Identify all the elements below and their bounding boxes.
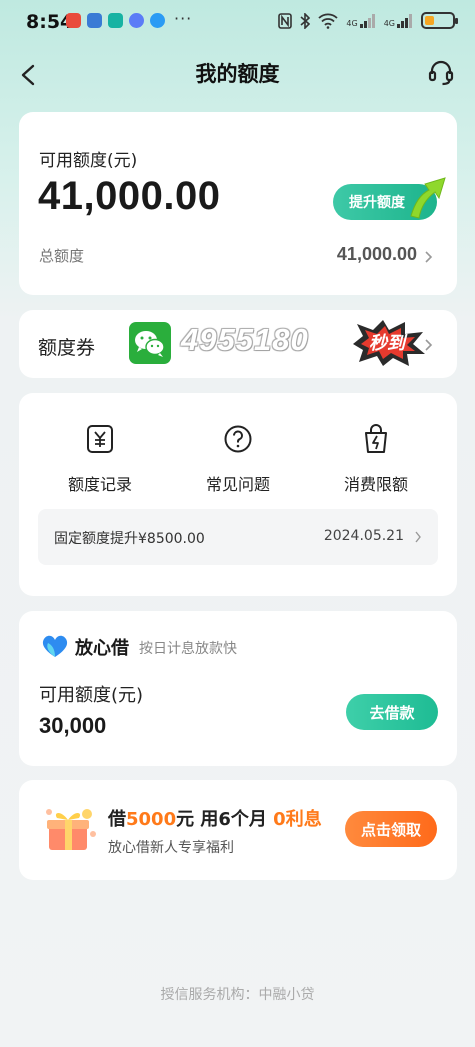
promo-part2: 元 用6个月: [176, 809, 274, 830]
lightning-bag-icon: [365, 424, 387, 453]
available-quota-label: 可用额度(元): [39, 151, 138, 171]
menu-item-label: 常见问题: [205, 475, 270, 494]
total-quota-value[interactable]: 41,000.00: [337, 244, 417, 265]
menu-item-label: 额度记录: [67, 475, 132, 494]
raise-quota-label: 提升额度: [349, 195, 405, 211]
battery-icon: [421, 12, 458, 29]
loan-card: 放心借 按日计息放款快 可用额度(元) 30,000 去借款: [19, 611, 457, 766]
coupon-label: 额度券: [38, 337, 96, 359]
promo-part1: 借: [108, 809, 126, 830]
network-type-label: 4G: [346, 18, 358, 28]
loan-brand-name: 放心借: [75, 638, 129, 659]
status-bar: 8:54 ··· 4G 4G: [0, 0, 475, 44]
battery-level: [425, 16, 434, 25]
menu-item-faq[interactable]: 常见问题: [178, 423, 298, 495]
claim-button[interactable]: 点击领取: [345, 811, 437, 847]
app-notification-icon: [66, 13, 81, 28]
menu-item-spending-limit[interactable]: 消费限额: [316, 423, 436, 495]
gift-box-icon: [46, 809, 96, 850]
fangxinjie-logo-icon: [42, 635, 68, 657]
overlay-number: 4955180: [181, 322, 309, 357]
page-title: 我的额度: [195, 62, 280, 86]
available-quota-amount: 41,000.00: [38, 174, 221, 218]
system-icons: 4G 4G: [278, 12, 458, 29]
signal-2-group: 4G: [383, 13, 413, 28]
loan-available-amount: 30,000: [39, 713, 107, 738]
raise-quota-button[interactable]: 提升额度: [333, 177, 446, 220]
network-type-label: 4G: [383, 18, 395, 28]
chevron-right-icon[interactable]: [424, 250, 433, 264]
bluetooth-icon: [300, 12, 311, 29]
signal-icon: [359, 13, 375, 28]
total-quota-label: 总额度: [39, 247, 85, 265]
borrow-button[interactable]: 去借款: [346, 694, 438, 730]
menu-item-quota-record[interactable]: 额度记录: [40, 423, 160, 495]
chevron-right-icon: [425, 339, 433, 351]
quota-notice-bar[interactable]: 固定额度提升¥8500.00 2024.05.21: [38, 509, 438, 565]
menu-item-label: 消费限额: [343, 475, 408, 494]
notice-date: 2024.05.21: [323, 528, 404, 544]
app-notification-icon: [87, 13, 102, 28]
notice-text: 固定额度提升¥8500.00: [54, 531, 205, 547]
nav-bar: 我的额度: [0, 50, 475, 94]
signal-1-group: 4G: [346, 13, 375, 28]
app-notification-icon: [150, 13, 165, 28]
loan-slogan: 按日计息放款快: [139, 641, 237, 657]
nfc-icon: [278, 12, 293, 29]
notification-icons: [66, 13, 165, 28]
wechat-icon: [129, 322, 171, 364]
customer-service-icon[interactable]: [427, 59, 455, 87]
footer-credit-institution: 授信服务机构：中融小贷: [160, 987, 315, 1003]
promo-interest: 0利息: [273, 809, 322, 830]
wifi-icon: [318, 13, 339, 29]
menu-card: 额度记录 常见问题 消费限额 固定额度提升¥8500.00 2024.05.21: [19, 393, 457, 596]
loan-available-label: 可用额度(元): [39, 685, 144, 706]
flash-arrival-badge: 秒到: [349, 318, 427, 368]
flash-badge-text: 秒到: [369, 333, 405, 354]
coupon-card[interactable]: 额度券 4955180 秒到: [19, 310, 457, 378]
promo-amount: 5000: [126, 809, 177, 830]
up-arrow-icon: [410, 177, 446, 219]
more-notifications-icon: ···: [174, 9, 193, 28]
app-notification-icon: [108, 13, 123, 28]
quota-card: 可用额度(元) 41,000.00 提升额度 总额度 41,000.00: [19, 112, 457, 295]
yuan-record-icon: [87, 425, 113, 453]
promo-headline: 借5000元 用6个月 0利息: [108, 805, 322, 831]
signal-icon: [397, 13, 412, 28]
app-notification-icon: [129, 13, 144, 28]
promo-card[interactable]: 借5000元 用6个月 0利息 放心借新人专享福利 点击领取: [19, 780, 457, 880]
question-icon: [224, 425, 252, 453]
promo-subtitle: 放心借新人专享福利: [108, 840, 234, 856]
chevron-right-icon: [415, 531, 421, 543]
